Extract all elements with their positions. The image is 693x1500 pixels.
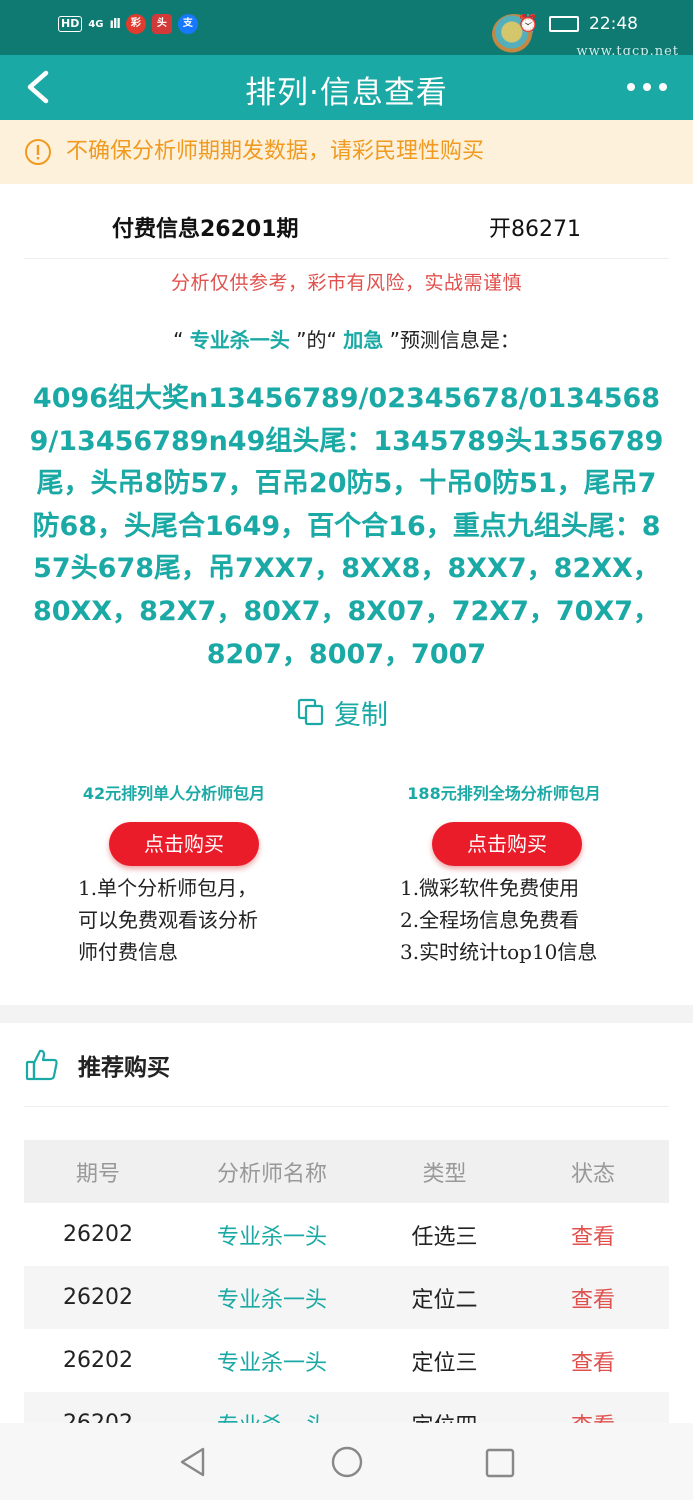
status-bar: HD 4G ıll 彩 头 支 ⏰ 22:48 www.tqcp.net bbox=[0, 0, 693, 59]
package-line: 可以免费观看该分析 bbox=[78, 908, 258, 932]
analyst-link[interactable]: 专业杀一头 bbox=[172, 1219, 372, 1251]
view-link[interactable]: 查看 bbox=[517, 1219, 669, 1251]
table-row[interactable]: 26202 专业杀一头 定位三 查看 bbox=[24, 1329, 669, 1392]
view-link[interactable]: 查看 bbox=[517, 1345, 669, 1377]
period-cell: 26202 bbox=[63, 1348, 133, 1373]
copy-button[interactable]: 复制 bbox=[296, 692, 388, 732]
package-line: 3.实时统计top10信息 bbox=[400, 940, 598, 964]
clock: 22:48 bbox=[589, 14, 638, 34]
signal-icon: ıll bbox=[109, 16, 121, 32]
warning-banner: 不确保分析师期期发数据，请彩民理性购买 bbox=[0, 120, 693, 184]
quote-open: “ bbox=[173, 328, 190, 352]
nav-recent-apps-icon[interactable] bbox=[484, 1447, 516, 1479]
network-type: 4G bbox=[88, 18, 104, 30]
type-cell: 任选三 bbox=[411, 1224, 478, 1250]
app-bar: 排列·信息查看 bbox=[0, 55, 693, 120]
warning-text: 不确保分析师期期发数据，请彩民理性购买 bbox=[66, 139, 485, 164]
nav-back-icon[interactable] bbox=[176, 1445, 210, 1479]
package-title: 42元排列单人分析师包月 bbox=[82, 784, 266, 803]
status-icons-right: ⏰ 22:48 bbox=[518, 14, 638, 34]
alipay-icon: 支 bbox=[177, 14, 198, 34]
system-nav-bar bbox=[0, 1423, 693, 1500]
prediction-content: 4096组大奖n13456789/02345678/01345689/13456… bbox=[29, 383, 664, 670]
recommend-header: 推荐购买 bbox=[24, 1040, 170, 1090]
package-description: 1.微彩软件免费使用 2.全程场信息免费看 3.实时统计top10信息 bbox=[354, 872, 654, 968]
recommend-table: 期号 分析师名称 类型 状态 26202 专业杀一头 任选三 查看 26202 … bbox=[24, 1140, 669, 1455]
nav-home-icon[interactable] bbox=[330, 1445, 364, 1479]
news-app-icon: 头 bbox=[151, 14, 172, 34]
column-header: 分析师名称 bbox=[216, 1161, 327, 1187]
analyst-link[interactable]: 专业杀一头 bbox=[172, 1282, 372, 1314]
thumbs-up-icon bbox=[25, 1049, 58, 1081]
paid-info-header: 付费信息26201期 开86271 bbox=[0, 205, 693, 247]
column-header: 期号 bbox=[75, 1161, 120, 1187]
prediction-intro: “ 专业杀一头 ”的“ 加急 ”预测信息是： bbox=[0, 324, 693, 353]
column-header: 类型 bbox=[422, 1161, 467, 1187]
paid-info-title: 付费信息26201期 bbox=[112, 217, 299, 242]
buy-button-all[interactable]: 点击购买 bbox=[432, 822, 582, 866]
copy-label: 复制 bbox=[334, 699, 388, 731]
lottery-app-icon: 彩 bbox=[125, 14, 146, 34]
monthly-package-all: 188元排列全场分析师包月 点击购买 1.微彩软件免费使用 2.全程场信息免费看… bbox=[354, 780, 654, 968]
divider bbox=[24, 258, 669, 259]
package-line: 2.全程场信息免费看 bbox=[400, 908, 580, 932]
hd-indicator: HD bbox=[58, 16, 83, 32]
alarm-icon: ⏰ bbox=[517, 14, 539, 34]
package-line: 1.单个分析师包月， bbox=[78, 876, 258, 900]
open-number: 开86271 bbox=[489, 217, 581, 242]
column-header: 状态 bbox=[570, 1161, 615, 1187]
buy-button-single[interactable]: 点击购买 bbox=[109, 822, 259, 866]
copy-icon bbox=[297, 698, 324, 726]
monthly-package-single: 42元排列单人分析师包月 点击购买 1.单个分析师包月， 可以免费观看该分析 师… bbox=[24, 780, 324, 968]
package-description: 1.单个分析师包月， 可以免费观看该分析 师付费信息 bbox=[24, 872, 308, 968]
quote-mid: ”的“ bbox=[289, 328, 344, 352]
analyst-name: 专业杀一头 bbox=[189, 328, 290, 352]
more-options-icon[interactable] bbox=[627, 77, 671, 97]
package-line: 师付费信息 bbox=[78, 940, 178, 964]
recommend-title: 推荐购买 bbox=[78, 1055, 170, 1081]
page-title: 排列·信息查看 bbox=[245, 75, 448, 111]
info-circle-icon bbox=[25, 139, 51, 165]
battery-icon bbox=[549, 16, 579, 32]
table-header: 期号 分析师名称 类型 状态 bbox=[24, 1140, 669, 1203]
period-cell: 26202 bbox=[63, 1222, 133, 1247]
package-line: 1.微彩软件免费使用 bbox=[400, 876, 580, 900]
status-icons-left: HD 4G ıll 彩 头 支 bbox=[58, 14, 198, 34]
period-cell: 26202 bbox=[63, 1285, 133, 1310]
prediction-type: 加急 bbox=[343, 328, 384, 352]
table-row[interactable]: 26202 专业杀一头 任选三 查看 bbox=[24, 1203, 669, 1266]
type-cell: 定位二 bbox=[411, 1287, 478, 1313]
view-link[interactable]: 查看 bbox=[517, 1282, 669, 1314]
type-cell: 定位三 bbox=[411, 1350, 478, 1376]
risk-disclaimer: 分析仅供参考，彩市有风险，实战需谨慎 bbox=[170, 272, 522, 294]
table-row[interactable]: 26202 专业杀一头 定位二 查看 bbox=[24, 1266, 669, 1329]
package-title: 188元排列全场分析师包月 bbox=[407, 784, 601, 803]
divider bbox=[24, 1106, 669, 1107]
analyst-link[interactable]: 专业杀一头 bbox=[172, 1345, 372, 1377]
section-separator bbox=[0, 1005, 693, 1023]
quote-close: ”预测信息是： bbox=[383, 328, 520, 352]
